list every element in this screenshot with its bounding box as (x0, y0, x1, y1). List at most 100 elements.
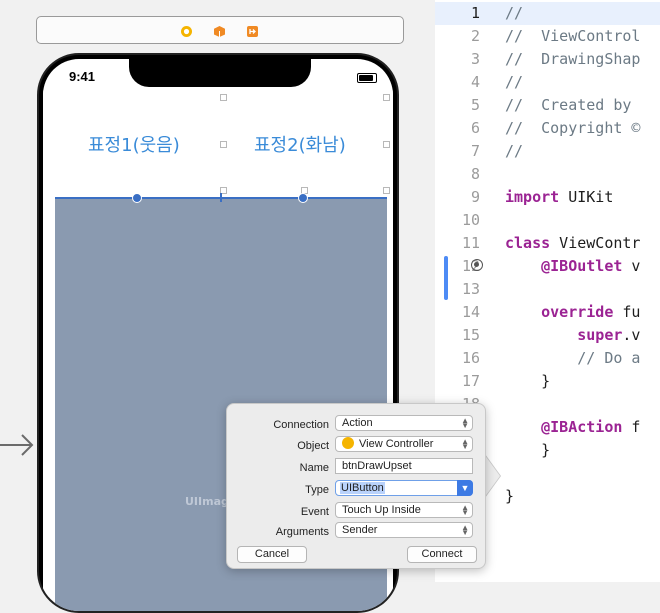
line-number: 16 (461, 349, 480, 367)
object-value: View Controller (359, 438, 434, 450)
code-line[interactable]: 4 // (435, 71, 660, 94)
entry-point-arrow-icon[interactable] (0, 432, 34, 458)
code-text: @IBOutlet v (541, 257, 641, 275)
view-controller-icon[interactable] (180, 23, 193, 37)
code-line[interactable]: 6 // Copyright © (435, 117, 660, 140)
line-number: 11 (461, 234, 480, 252)
angry-button[interactable]: 표정2(화남) (254, 131, 346, 157)
resize-handle[interactable] (220, 94, 227, 101)
stepper-icon: ▲ ▼ (461, 523, 469, 537)
line-number: 4 (470, 73, 480, 91)
line-number: 13 (461, 280, 480, 298)
arguments-value: Sender (342, 524, 378, 536)
code-line[interactable]: 17 } (435, 370, 660, 393)
type-label: Type (305, 484, 329, 496)
code-line[interactable]: 10 (435, 209, 660, 232)
code-text: } (505, 372, 551, 390)
change-indicator (444, 256, 448, 300)
code-text: super.v (577, 326, 641, 344)
line-number: 14 (461, 303, 480, 321)
code-line[interactable]: 2 // ViewControl (435, 25, 660, 48)
selection-tick (220, 193, 222, 202)
arguments-label: Arguments (275, 526, 329, 538)
code-line[interactable]: 14 override fu (435, 301, 660, 324)
line-number: 15 (461, 326, 480, 344)
connect-button[interactable]: Connect (407, 546, 477, 563)
code-line[interactable]: 12 @IBOutlet v (435, 255, 660, 278)
code-line[interactable]: 5 // Created by (435, 94, 660, 117)
code-text: override fu (541, 303, 641, 321)
stepper-icon: ▲ ▼ (461, 503, 469, 517)
code-text: class ViewContr (505, 234, 641, 252)
selection-handle[interactable] (298, 193, 308, 203)
stepper-icon: ▲ ▼ (461, 437, 469, 451)
code-line[interactable]: 15 super.v (435, 324, 660, 347)
device-notch (129, 59, 311, 87)
line-number: 9 (470, 188, 480, 206)
name-field[interactable]: btnDrawUpset (335, 458, 473, 474)
code-text: // (505, 142, 524, 160)
code-text: import UIKit (505, 188, 614, 206)
object-row: Object View Controller ▲ ▼ (227, 436, 485, 456)
connection-row: Connection Action ▲ ▼ (227, 415, 485, 435)
line-number: 2 (470, 27, 480, 45)
code-line[interactable]: 1 // (435, 2, 660, 25)
selection-handle[interactable] (132, 193, 142, 203)
name-label: Name (299, 462, 329, 474)
chevron-down-icon[interactable]: ▼ (457, 480, 473, 496)
popover-arrow (484, 454, 500, 498)
connection-select[interactable]: Action ▲ ▼ (335, 415, 473, 431)
line-number: 17 (461, 372, 480, 390)
resize-handle[interactable] (383, 141, 390, 148)
event-label: Event (300, 506, 329, 518)
code-text: // ViewControl (505, 27, 641, 45)
event-value: Touch Up Inside (342, 504, 421, 516)
scene-dock (36, 16, 404, 44)
battery-icon (357, 73, 377, 83)
code-line[interactable]: 11 class ViewContr (435, 232, 660, 255)
resize-handle[interactable] (383, 94, 390, 101)
event-row: Event Touch Up Inside ▲ ▼ (227, 502, 485, 522)
object-label: Object (297, 440, 329, 452)
code-text: // Created by (505, 96, 632, 114)
type-value: UIButton (340, 482, 385, 494)
exit-icon[interactable] (246, 23, 259, 37)
code-text: // Do a (505, 349, 641, 367)
resize-handle[interactable] (220, 141, 227, 148)
connection-popover: Connection Action ▲ ▼ Object View Controll… (226, 403, 486, 569)
line-number: 6 (470, 119, 480, 137)
stepper-icon: ▲ ▼ (461, 416, 469, 430)
name-row: Name btnDrawUpset (227, 458, 485, 478)
line-number: 8 (470, 165, 480, 183)
code-text: @IBAction f (541, 418, 641, 436)
type-row: Type UIButton ▼ (227, 480, 485, 500)
code-line[interactable]: 3 // DrawingShap (435, 48, 660, 71)
object-select[interactable]: View Controller ▲ ▼ (335, 436, 473, 452)
code-text: } (505, 487, 515, 505)
code-text: // (505, 4, 524, 22)
arguments-row: Arguments Sender ▲ ▼ (227, 522, 485, 542)
line-number: 1 (470, 4, 480, 22)
type-combobox[interactable]: UIButton ▼ (335, 480, 473, 496)
code-line[interactable]: 8 (435, 163, 660, 186)
code-line[interactable]: 9 import UIKit (435, 186, 660, 209)
line-number: 3 (470, 50, 480, 68)
cancel-button[interactable]: Cancel (237, 546, 307, 563)
first-responder-icon[interactable] (213, 23, 226, 37)
status-time: 9:41 (69, 69, 96, 84)
connection-value: Action (342, 417, 373, 429)
connection-label: Connection (273, 419, 329, 431)
outlet-connection-icon[interactable] (471, 259, 483, 271)
event-select[interactable]: Touch Up Inside ▲ ▼ (335, 502, 473, 518)
code-text: // Copyright © (505, 119, 641, 137)
code-line[interactable]: 7 // (435, 140, 660, 163)
code-text: // DrawingShap (505, 50, 641, 68)
arguments-select[interactable]: Sender ▲ ▼ (335, 522, 473, 538)
resize-handle[interactable] (383, 187, 390, 194)
code-line[interactable]: 13 (435, 278, 660, 301)
smile-button[interactable]: 표정1(웃음) (88, 131, 180, 157)
line-number: 10 (461, 211, 480, 229)
line-number: 7 (470, 142, 480, 160)
code-line[interactable]: 16 // Do a (435, 347, 660, 370)
line-number: 5 (470, 96, 480, 114)
